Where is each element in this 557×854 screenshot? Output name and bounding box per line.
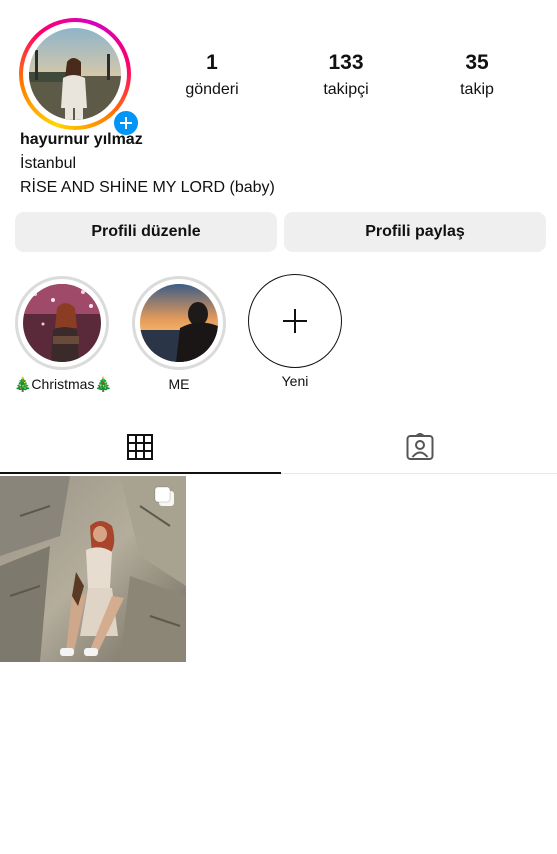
following-count[interactable]: 35 takip — [427, 50, 527, 102]
followers-count[interactable]: 133 takipçi — [296, 50, 396, 102]
tab-tagged[interactable] — [280, 420, 557, 474]
highlight-me-label: ME — [168, 376, 190, 392]
following-count-label: takip — [460, 81, 494, 98]
highlight-christmas-cover — [23, 284, 101, 362]
active-tab-indicator — [0, 472, 281, 474]
highlight-christmas-label: 🎄Christmas🎄 — [14, 376, 112, 392]
post-thumbnail[interactable] — [0, 476, 186, 662]
posts-count-label: gönderi — [185, 81, 239, 98]
profile-location: İstanbul — [20, 155, 77, 172]
profile-bio-text: RİSE AND SHİNE MY LORD (baby) — [20, 179, 275, 196]
highlight-me-cover — [140, 284, 218, 362]
highlight-me[interactable]: ME — [131, 276, 227, 393]
following-count-value: 35 — [465, 51, 489, 74]
posts-count[interactable]: 1 gönderi — [162, 50, 262, 102]
tab-posts-grid[interactable] — [0, 420, 280, 474]
followers-count-label: takipçi — [323, 81, 369, 98]
new-highlight-label: Yeni — [281, 373, 309, 389]
edit-profile-button[interactable]: Profili düzenle — [15, 212, 277, 252]
followers-count-value: 133 — [328, 51, 364, 74]
profile-screen: 1 gönderi 133 takipçi 35 takip hayurnur … — [0, 0, 557, 854]
tagged-icon — [406, 433, 434, 460]
plus-icon — [283, 309, 307, 333]
profile-avatar[interactable] — [19, 18, 141, 138]
profile-bio: hayurnur yılmaz İstanbul RİSE AND SHİNE … — [20, 128, 275, 200]
grid-icon — [127, 434, 153, 460]
share-profile-button[interactable]: Profili paylaş — [284, 212, 546, 252]
new-highlight-button[interactable]: Yeni — [247, 274, 343, 390]
highlight-christmas[interactable]: 🎄Christmas🎄 — [14, 276, 112, 393]
avatar-photo — [29, 28, 121, 120]
profile-username: hayurnur yılmaz — [20, 131, 143, 148]
multiple-posts-icon — [154, 486, 174, 506]
posts-count-value: 1 — [206, 51, 218, 74]
